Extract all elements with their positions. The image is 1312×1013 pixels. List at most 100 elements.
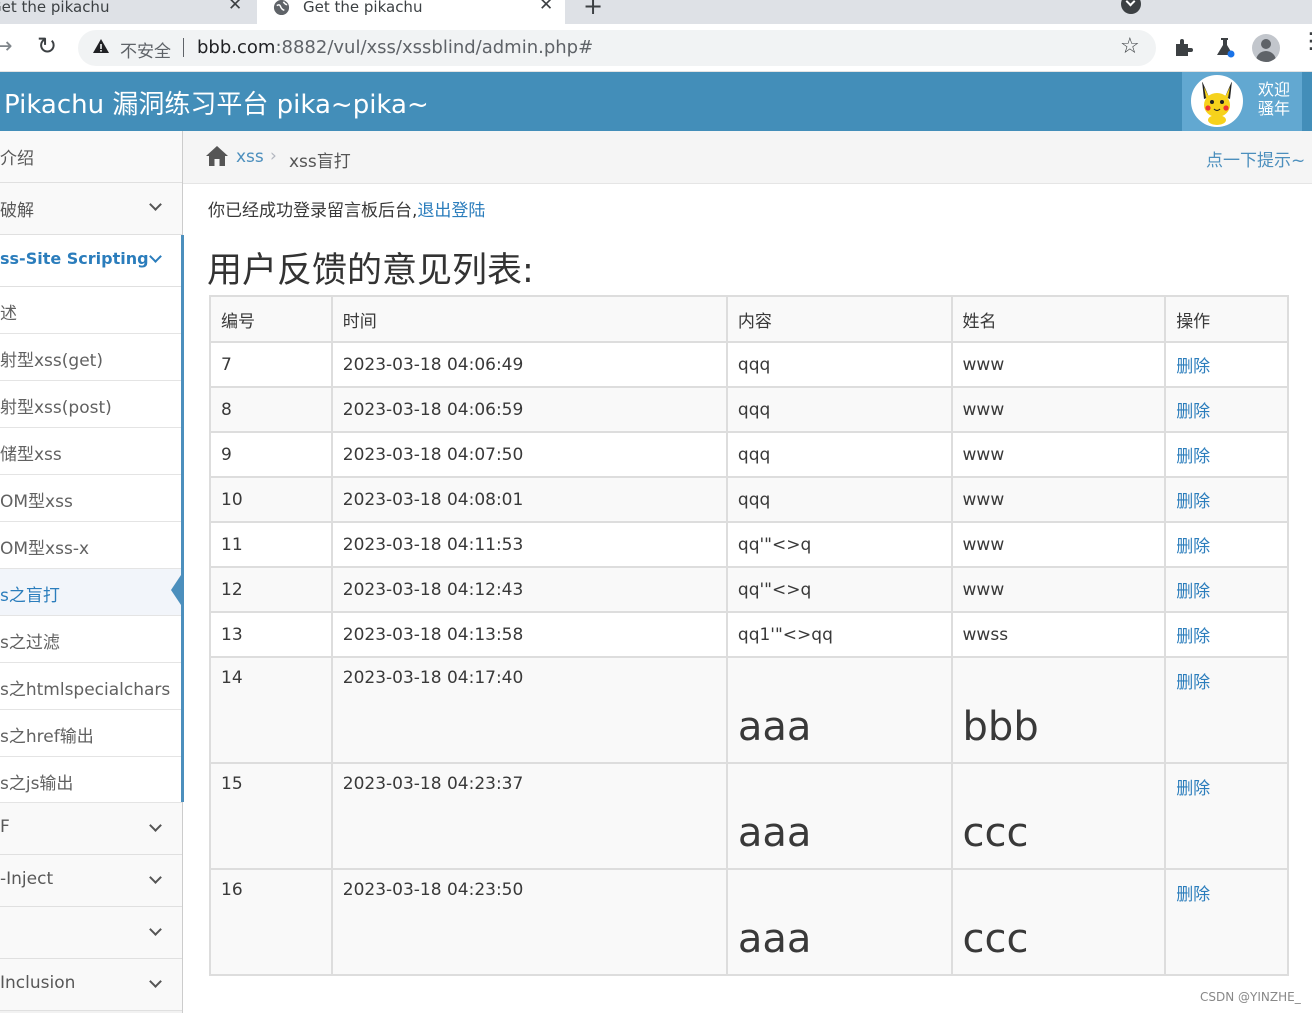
sidebar-sub-label: 射型xss(get) — [0, 351, 103, 371]
sidebar-sub-dom-x[interactable]: OM型xss-x — [0, 522, 182, 569]
sidebar-item-label: ss-Site Scripting — [0, 249, 149, 268]
sidebar: 介绍 破解 ss-Site Scripting 述 射型xss(get) 射型x… — [0, 131, 183, 1013]
browser-tab-active[interactable]: Get the pikachu ✕ — [257, 0, 565, 24]
sidebar-sub-label: s之盲打 — [0, 586, 60, 606]
forward-icon[interactable]: → — [0, 34, 12, 59]
sidebar-sub-label: 述 — [0, 304, 17, 324]
sidebar-item-csrf[interactable]: F — [0, 803, 182, 855]
bookmark-star-icon[interactable]: ☆ — [1120, 34, 1140, 59]
delete-link[interactable]: 删除 — [1176, 537, 1210, 557]
delete-link[interactable]: 删除 — [1176, 357, 1210, 377]
cell-action: 删除 — [1164, 656, 1289, 764]
col-header-id: 编号 — [209, 295, 333, 343]
extensions-puzzle-icon[interactable] — [1172, 36, 1194, 58]
chevron-down-icon — [149, 871, 162, 884]
cell-action: 删除 — [1164, 476, 1289, 523]
delete-link[interactable]: 删除 — [1176, 673, 1210, 693]
hint-link[interactable]: 点一下提示~ — [1206, 146, 1305, 171]
tab-search-icon[interactable] — [1121, 0, 1141, 14]
sidebar-sub-label: OM型xss — [0, 492, 73, 512]
profile-avatar-icon[interactable] — [1252, 34, 1280, 62]
sidebar-sub-label: s之js输出 — [0, 774, 74, 794]
sidebar-sub-blind[interactable]: s之盲打 — [0, 569, 182, 616]
delete-link[interactable]: 删除 — [1176, 492, 1210, 512]
table-row: 16 2023-03-18 04:23:50 aaa ccc 删除 — [209, 868, 1289, 976]
pikachu-icon — [1202, 81, 1232, 125]
warning-icon[interactable] — [92, 37, 110, 55]
cell-time: 2023-03-18 04:06:49 — [330, 341, 728, 388]
sidebar-sub-reflected-post[interactable]: 射型xss(post) — [0, 381, 182, 428]
chevron-down-icon — [149, 198, 162, 211]
url-path: :8882/vul/xss/xssblind/admin.php# — [275, 37, 594, 58]
sidebar-item-sqli[interactable]: -Inject — [0, 855, 182, 907]
cell-name: www — [950, 341, 1167, 388]
home-icon[interactable] — [205, 145, 229, 167]
delete-link[interactable]: 删除 — [1176, 885, 1210, 905]
sidebar-item-label: 介绍 — [0, 149, 34, 169]
sidebar-sub-label: s之htmlspecialchars — [0, 680, 171, 700]
delete-link[interactable]: 删除 — [1176, 582, 1210, 602]
cell-time: 2023-03-18 04:23:37 — [330, 762, 728, 870]
sidebar-sub-filter[interactable]: s之过滤 — [0, 616, 182, 663]
tab-close-icon[interactable]: ✕ — [228, 0, 242, 15]
cell-time: 2023-03-18 04:11:53 — [330, 521, 728, 568]
sidebar-item-crack[interactable]: 破解 — [0, 183, 182, 235]
sidebar-sub-dom[interactable]: OM型xss — [0, 475, 182, 522]
col-header-name: 姓名 — [950, 295, 1167, 343]
address-bar[interactable]: 不安全 bbb.com:8882/vul/xss/xssblind/admin.… — [78, 30, 1156, 66]
omnibox-divider — [183, 38, 184, 57]
tab-close-icon[interactable]: ✕ — [539, 0, 553, 15]
menu-kebab-icon[interactable]: ⋮ — [1300, 31, 1312, 53]
table-row: 10 2023-03-18 04:08:01 qqq www 删除 — [209, 476, 1289, 523]
sidebar-sub-href[interactable]: s之href输出 — [0, 710, 182, 757]
new-tab-icon[interactable]: + — [583, 0, 603, 20]
cell-action: 删除 — [1164, 762, 1289, 870]
tab-title: Get the pikachu — [0, 0, 110, 16]
sidebar-item-xss[interactable]: ss-Site Scripting — [0, 235, 182, 287]
col-header-action: 操作 — [1164, 295, 1289, 343]
delete-link[interactable]: 删除 — [1176, 447, 1210, 467]
logout-link[interactable]: 退出登陆 — [417, 201, 485, 221]
sidebar-item-rce[interactable] — [0, 907, 182, 959]
welcome-text: 欢迎 骚年 — [1258, 80, 1290, 118]
reload-icon[interactable]: ↻ — [37, 32, 57, 60]
cell-id: 7 — [209, 341, 333, 388]
lab-flask-icon[interactable] — [1214, 36, 1236, 58]
sidebar-sub-overview[interactable]: 述 — [0, 287, 182, 334]
breadcrumb-separator: › — [270, 146, 277, 166]
delete-link[interactable]: 删除 — [1176, 627, 1210, 647]
welcome-line-2: 骚年 — [1258, 99, 1291, 118]
user-menu[interactable]: 欢迎 骚年 — [1182, 72, 1302, 131]
cell-name: www — [950, 566, 1167, 613]
cell-name: www — [950, 386, 1167, 433]
cell-id: 8 — [209, 386, 333, 433]
sidebar-item-file-inclusion[interactable]: Inclusion — [0, 959, 182, 1011]
sidebar-item-intro[interactable]: 介绍 — [0, 131, 182, 183]
sidebar-sub-label: 储型xss — [0, 445, 62, 465]
browser-tab-inactive[interactable]: Get the pikachu ✕ — [0, 0, 256, 24]
delete-link[interactable]: 删除 — [1176, 779, 1210, 799]
breadcrumb-link-xss[interactable]: xss — [236, 147, 264, 167]
cell-content: qqq — [725, 341, 953, 388]
sidebar-sub-reflected-get[interactable]: 射型xss(get) — [0, 334, 182, 381]
cell-content-heading: aaa — [725, 868, 953, 976]
cell-content-heading: aaa — [725, 762, 953, 870]
sidebar-active-group-bar — [181, 235, 184, 802]
breadcrumb: xss › xss盲打 点一下提示~ — [183, 131, 1312, 184]
sidebar-sub-js[interactable]: s之js输出 — [0, 757, 182, 803]
app-title[interactable]: Pikachu 漏洞练习平台 pika~pika~ — [4, 84, 429, 121]
delete-link[interactable]: 删除 — [1176, 402, 1210, 422]
cell-content: qqq — [725, 386, 953, 433]
sidebar-sub-stored[interactable]: 储型xss — [0, 428, 182, 475]
sidebar-sub-htmlspecialchars[interactable]: s之htmlspecialchars — [0, 663, 182, 710]
cell-time: 2023-03-18 04:07:50 — [330, 431, 728, 478]
url-text[interactable]: bbb.com:8882/vul/xss/xssblind/admin.php# — [197, 37, 593, 58]
sidebar-sub-label: 射型xss(post) — [0, 398, 112, 418]
sidebar-item-label: Inclusion — [0, 973, 76, 993]
col-header-time: 时间 — [330, 295, 728, 343]
table-row: 13 2023-03-18 04:13:58 qq1'"<>qq wwss 删除 — [209, 611, 1289, 658]
cell-action: 删除 — [1164, 386, 1289, 433]
chevron-down-icon — [149, 250, 162, 263]
cell-name-heading: bbb — [950, 656, 1167, 764]
security-label[interactable]: 不安全 — [120, 37, 171, 62]
